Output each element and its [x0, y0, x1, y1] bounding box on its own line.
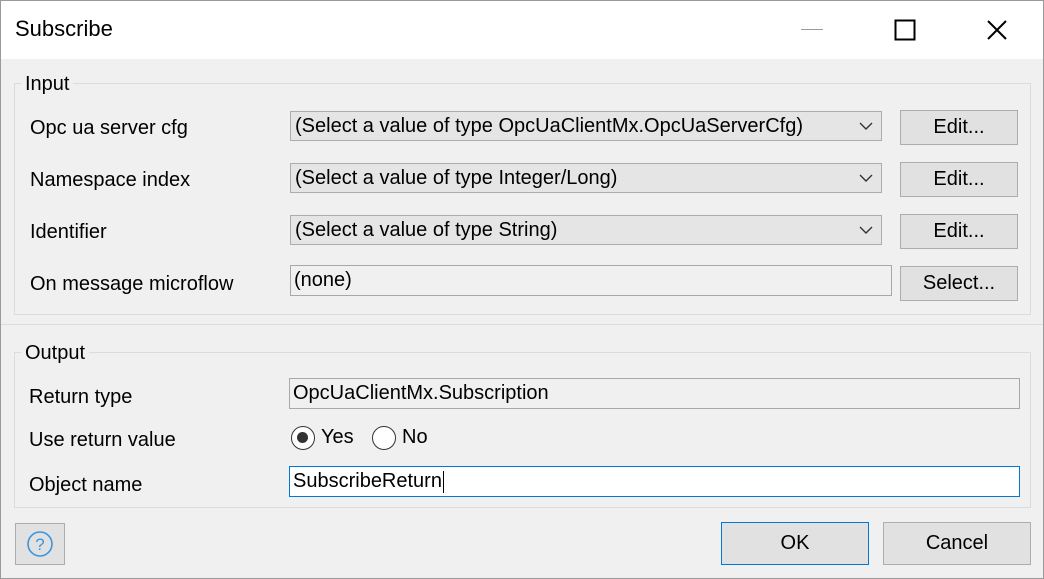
no-radio[interactable] [372, 426, 396, 450]
minimize-button[interactable] [767, 1, 859, 59]
object-name-input[interactable]: SubscribeReturn [289, 466, 1020, 497]
input-legend: Input [21, 73, 74, 96]
window-title: Subscribe [15, 16, 113, 41]
maximize-button[interactable] [859, 1, 951, 59]
section-divider [1, 324, 1043, 325]
radio-selected-dot [297, 432, 308, 443]
cancel-button[interactable]: Cancel [883, 522, 1031, 565]
namespace-index-select[interactable]: (Select a value of type Integer/Long) [290, 163, 882, 193]
text-caret [442, 470, 444, 493]
minimize-icon [801, 29, 823, 30]
opc-ua-server-cfg-label: Opc ua server cfg [30, 117, 188, 139]
identifier-select[interactable]: (Select a value of type String) [290, 215, 882, 245]
return-type-label: Return type [29, 386, 133, 408]
edit-identifier-button[interactable]: Edit... [900, 214, 1018, 249]
svg-text:?: ? [35, 535, 44, 554]
return-type-field: OpcUaClientMx.Subscription [289, 378, 1020, 409]
identifier-label: Identifier [30, 221, 107, 243]
on-message-microflow-field: (none) [290, 265, 892, 296]
title-bar: Subscribe [1, 1, 1043, 59]
opc-ua-server-cfg-select[interactable]: (Select a value of type OpcUaClientMx.Op… [290, 111, 882, 141]
opc-ua-server-cfg-value: (Select a value of type OpcUaClientMx.Op… [295, 115, 803, 137]
edit-server-cfg-button[interactable]: Edit... [900, 110, 1018, 145]
help-button[interactable]: ? [15, 523, 65, 565]
yes-radio[interactable] [291, 426, 315, 450]
output-legend: Output [21, 342, 90, 365]
help-icon: ? [27, 531, 53, 557]
chevron-down-icon [859, 216, 873, 244]
edit-namespace-index-button[interactable]: Edit... [900, 162, 1018, 197]
subscribe-dialog: Subscribe Input Opc ua server cfg (Selec… [0, 0, 1044, 579]
use-return-value-label: Use return value [29, 429, 176, 451]
no-radio-label[interactable]: No [402, 426, 428, 449]
maximize-icon [894, 19, 916, 41]
object-name-value: SubscribeReturn [293, 470, 442, 492]
select-microflow-button[interactable]: Select... [900, 266, 1018, 301]
chevron-down-icon [859, 112, 873, 140]
identifier-value: (Select a value of type String) [295, 219, 558, 241]
close-icon [987, 20, 1007, 40]
yes-radio-label[interactable]: Yes [321, 426, 354, 449]
object-name-label: Object name [29, 474, 143, 496]
ok-button[interactable]: OK [721, 522, 869, 565]
namespace-index-value: (Select a value of type Integer/Long) [295, 167, 618, 189]
close-button[interactable] [951, 1, 1043, 59]
namespace-index-label: Namespace index [30, 169, 191, 191]
chevron-down-icon [859, 164, 873, 192]
on-message-microflow-label: On message microflow [30, 273, 234, 295]
